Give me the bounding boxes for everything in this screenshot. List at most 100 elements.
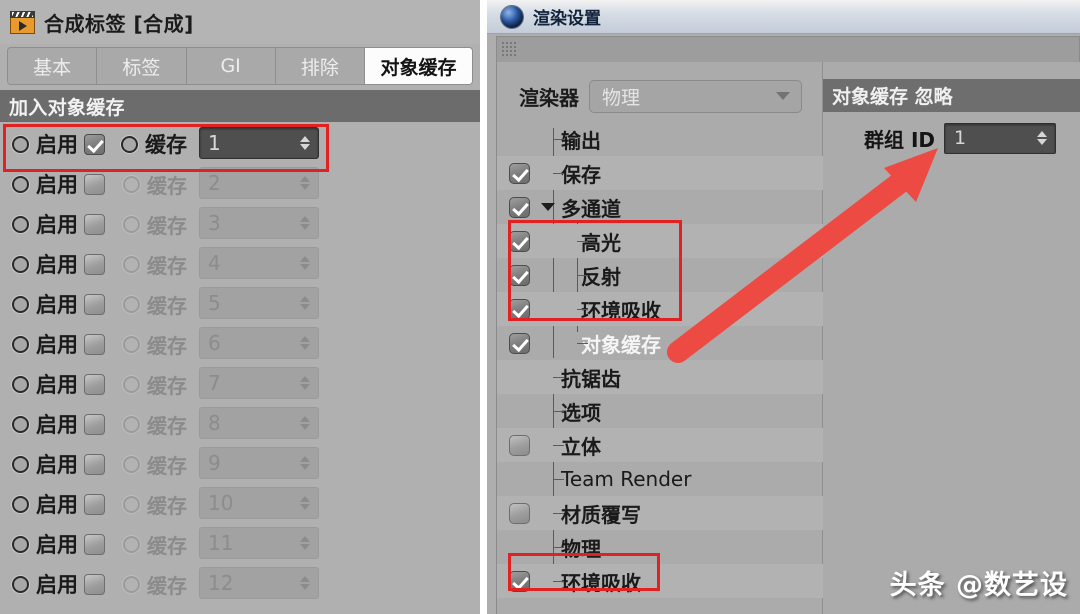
enable-radio[interactable]	[12, 255, 29, 273]
tree-item[interactable]: 物理	[497, 530, 823, 564]
enable-radio[interactable]	[12, 215, 29, 233]
buffer-radio[interactable]	[123, 535, 140, 553]
buffer-id-input[interactable]: 11	[199, 527, 319, 559]
enable-radio[interactable]	[12, 295, 29, 313]
buffer-id-input[interactable]: 4	[199, 247, 319, 279]
tree-item[interactable]: 环境吸收	[497, 564, 823, 598]
tree-item-checkbox[interactable]	[508, 230, 530, 252]
object-buffer-column: 对象缓存 忽略 群组 ID 1	[823, 62, 1080, 614]
buffer-id-input[interactable]: 10	[199, 487, 319, 519]
stepper-icon[interactable]	[300, 136, 310, 150]
enable-checkbox[interactable]	[84, 533, 105, 555]
enable-checkbox[interactable]	[84, 373, 105, 395]
enable-checkbox[interactable]	[84, 213, 105, 235]
enable-radio[interactable]	[12, 135, 29, 153]
enable-checkbox[interactable]	[84, 173, 105, 195]
buffer-id-input[interactable]: 2	[199, 167, 319, 199]
enable-radio[interactable]	[12, 415, 29, 433]
stepper-icon[interactable]	[300, 456, 310, 470]
enable-checkbox[interactable]	[84, 133, 105, 155]
tree-item[interactable]: 材质覆写	[497, 496, 823, 530]
tree-item[interactable]: 多通道	[497, 190, 823, 224]
film-clapper-icon	[10, 10, 35, 34]
tree-item[interactable]: 输出	[497, 122, 823, 156]
enable-checkbox[interactable]	[84, 413, 105, 435]
enable-radio[interactable]	[12, 455, 29, 473]
stepper-icon[interactable]	[300, 336, 310, 350]
tab-4[interactable]: 排除	[275, 48, 365, 84]
tree-item[interactable]: 抗锯齿	[497, 360, 823, 394]
tree-item-checkbox[interactable]	[508, 162, 530, 184]
tree-item-checkbox[interactable]	[508, 434, 530, 456]
drag-grip-icon[interactable]	[501, 41, 517, 58]
stepper-icon[interactable]	[300, 296, 310, 310]
tree-item[interactable]: 立体	[497, 428, 823, 462]
buffer-radio[interactable]	[123, 455, 140, 473]
buffer-id-input[interactable]: 1	[199, 127, 319, 159]
enable-radio[interactable]	[12, 175, 29, 193]
tree-item[interactable]: 高光	[497, 224, 823, 258]
buffer-id-input[interactable]: 12	[199, 567, 319, 599]
buffer-radio[interactable]	[123, 295, 140, 313]
buffer-radio[interactable]	[123, 575, 140, 593]
stepper-icon[interactable]	[300, 216, 310, 230]
buffer-id-input[interactable]: 9	[199, 447, 319, 479]
enable-checkbox[interactable]	[84, 453, 105, 475]
stepper-icon[interactable]	[300, 376, 310, 390]
buffer-radio[interactable]	[123, 255, 140, 273]
tree-item[interactable]: Team Render	[497, 462, 823, 496]
stepper-icon[interactable]	[300, 176, 310, 190]
enable-checkbox[interactable]	[84, 333, 105, 355]
tab-3[interactable]: GI	[186, 48, 276, 84]
tree-item[interactable]: 对象缓存	[497, 326, 823, 360]
tab-2[interactable]: 标签	[97, 48, 187, 84]
buffer-radio[interactable]	[121, 135, 138, 153]
buffer-label: 缓存	[147, 253, 187, 278]
enable-radio[interactable]	[12, 335, 29, 353]
tree-item-checkbox[interactable]	[508, 264, 530, 286]
enable-radio[interactable]	[12, 575, 29, 593]
buffer-radio[interactable]	[123, 415, 140, 433]
tree-item-checkbox[interactable]	[508, 570, 530, 592]
chevron-down-icon[interactable]	[541, 203, 555, 211]
stepper-icon[interactable]	[300, 256, 310, 270]
enable-radio[interactable]	[12, 495, 29, 513]
tree-item-checkbox[interactable]	[508, 502, 530, 524]
tree-item-checkbox[interactable]	[508, 332, 530, 354]
stepper-icon[interactable]	[300, 416, 310, 430]
stepper-icon[interactable]	[1037, 131, 1048, 145]
buffer-label: 缓存	[147, 333, 187, 358]
enable-checkbox[interactable]	[84, 493, 105, 515]
tree-item[interactable]: 选项	[497, 394, 823, 428]
buffer-radio[interactable]	[123, 215, 140, 233]
enable-checkbox[interactable]	[84, 573, 105, 595]
tree-item[interactable]: 环境吸收	[497, 292, 823, 326]
tree-item-checkbox[interactable]	[508, 196, 530, 218]
enable-checkbox[interactable]	[84, 253, 105, 275]
enable-radio[interactable]	[12, 375, 29, 393]
tab-5[interactable]: 对象缓存	[365, 48, 472, 84]
buffer-radio[interactable]	[123, 175, 140, 193]
tree-item-checkbox[interactable]	[508, 298, 530, 320]
buffer-id-input[interactable]: 5	[199, 287, 319, 319]
buffer-id-input[interactable]: 3	[199, 207, 319, 239]
buffer-radio[interactable]	[123, 375, 140, 393]
buffer-id-input[interactable]: 8	[199, 407, 319, 439]
stepper-icon[interactable]	[300, 496, 310, 510]
group-id-value: 1	[954, 127, 967, 149]
group-id-input[interactable]: 1	[944, 122, 1057, 154]
render-settings-window: 渲染设置 渲染器 物理 输出 保存 多通道 高光 反射 环境吸收 对象缓存 抗锯齿 选项 立体	[487, 0, 1080, 614]
tree-item[interactable]: 反射	[497, 258, 823, 292]
buffer-id-input[interactable]: 6	[199, 327, 319, 359]
buffer-radio[interactable]	[123, 495, 140, 513]
tree-item[interactable]: 保存	[497, 156, 823, 190]
renderer-dropdown[interactable]: 物理	[589, 79, 802, 113]
buffer-id-input[interactable]: 7	[199, 367, 319, 399]
buffer-id-value: 8	[208, 411, 221, 435]
stepper-icon[interactable]	[300, 576, 310, 590]
enable-radio[interactable]	[12, 535, 29, 553]
tab-1[interactable]: 基本	[8, 48, 98, 84]
stepper-icon[interactable]	[300, 536, 310, 550]
buffer-radio[interactable]	[123, 335, 140, 353]
enable-checkbox[interactable]	[84, 293, 105, 315]
